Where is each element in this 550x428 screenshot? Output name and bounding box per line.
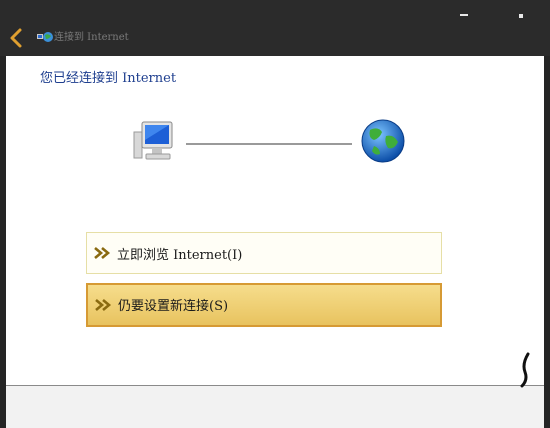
page-heading: 您已经连接到 Internet	[40, 71, 177, 86]
globe-icon	[361, 119, 405, 163]
double-chevron-right-icon	[95, 299, 112, 311]
browse-internet-option[interactable]: 立即浏览 Internet(I)	[86, 232, 442, 274]
network-icon	[37, 32, 53, 42]
double-chevron-right-icon	[94, 247, 111, 259]
back-arrow-icon	[10, 28, 22, 48]
computer-icon	[133, 121, 173, 160]
close-icon	[519, 14, 523, 18]
connection-line	[186, 143, 352, 145]
resize-grip-icon[interactable]	[518, 352, 532, 388]
title-bar: 连接到 Internet	[0, 0, 550, 56]
setup-new-connection-option[interactable]: 仍要设置新连接(S)	[86, 283, 442, 327]
minimize-icon	[460, 14, 468, 16]
minimize-button[interactable]	[453, 2, 477, 22]
close-button[interactable]	[510, 2, 534, 22]
back-button[interactable]	[6, 26, 28, 50]
footer-band	[6, 385, 544, 428]
browse-internet-label: 立即浏览 Internet(I)	[117, 248, 243, 263]
window-title: 连接到 Internet	[54, 32, 129, 43]
wizard-content: 您已经连接到 Internet 立即浏览 Internet(I) 仍要设置新连接…	[6, 56, 544, 428]
setup-new-connection-label: 仍要设置新连接(S)	[118, 299, 229, 314]
